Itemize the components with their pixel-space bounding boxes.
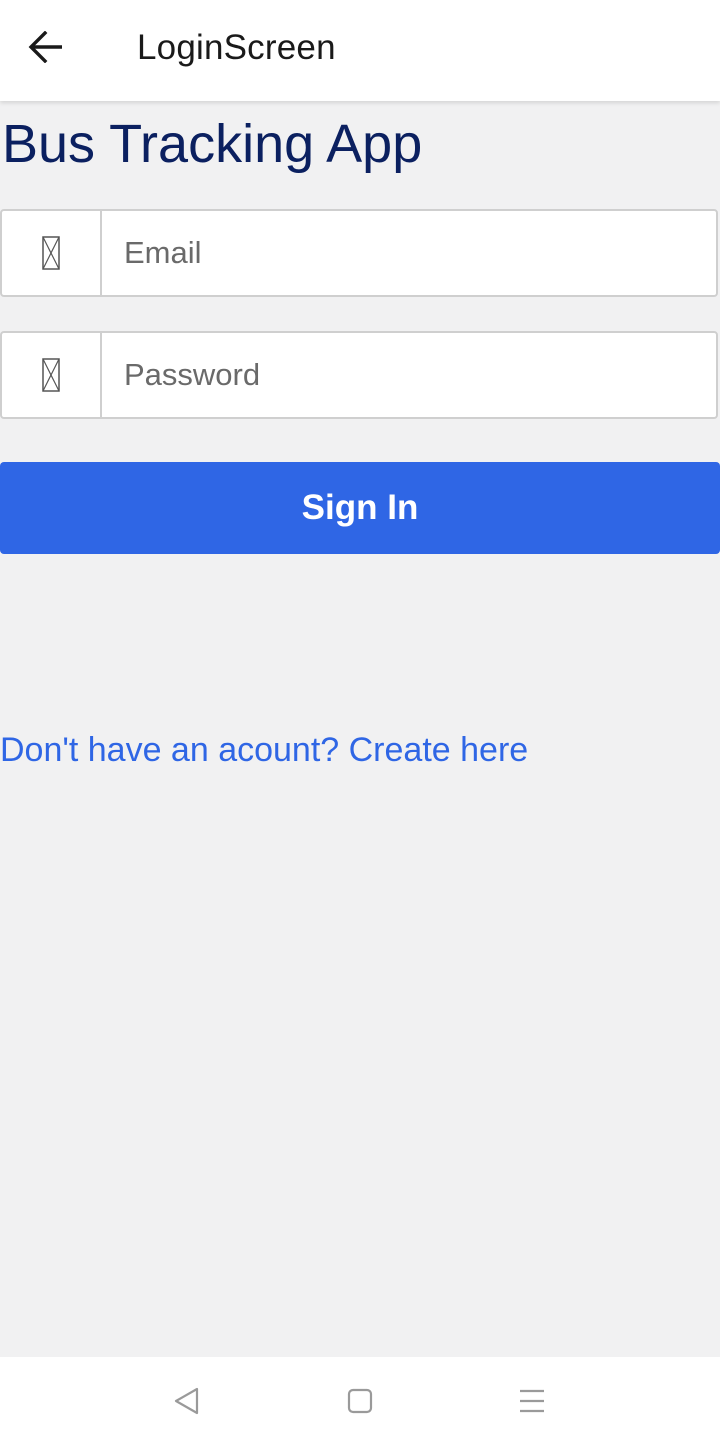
nav-home-icon (347, 1388, 373, 1414)
nav-home-button[interactable] (338, 1379, 382, 1423)
login-screen: LoginScreen Bus Tracking App Sign In Don… (0, 0, 720, 1445)
password-icon-cell (2, 333, 102, 417)
create-account-link[interactable]: Don't have an acount? Create here (0, 728, 528, 772)
email-icon-cell (2, 211, 102, 295)
nav-back-button[interactable] (165, 1379, 209, 1423)
email-input-row (0, 209, 718, 297)
nav-back-icon (174, 1387, 199, 1415)
nav-menu-icon (520, 1389, 544, 1413)
password-field[interactable] (104, 333, 716, 417)
system-nav-bar (0, 1357, 720, 1445)
password-input-row (0, 331, 718, 419)
app-bar-title: LoginScreen (137, 28, 336, 67)
back-button[interactable] (18, 22, 74, 72)
arrow-left-icon (28, 31, 62, 63)
nav-menu-button[interactable] (510, 1379, 554, 1423)
missing-glyph-icon (42, 236, 60, 270)
missing-glyph-icon (42, 358, 60, 392)
sign-in-button[interactable]: Sign In (0, 462, 720, 554)
email-field[interactable] (104, 211, 716, 295)
app-bar: LoginScreen (0, 0, 720, 101)
app-heading: Bus Tracking App (2, 114, 423, 174)
